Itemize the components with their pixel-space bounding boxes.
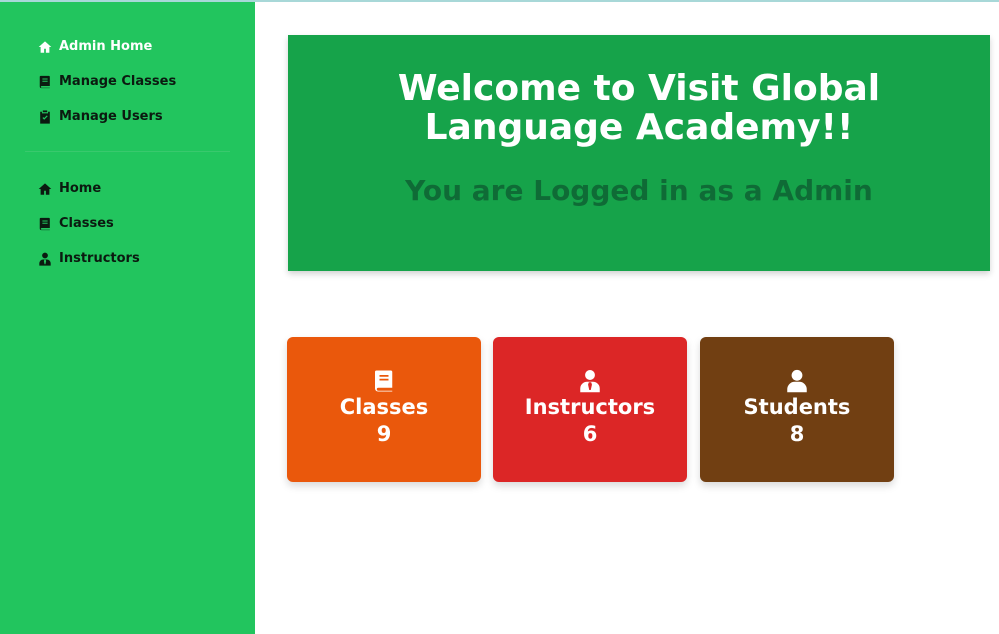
admin-nav: Admin Home Manage Classes Manage Users (0, 29, 255, 134)
book-icon (37, 216, 52, 231)
book-icon (287, 368, 481, 394)
students-stat-card: Students 8 (700, 337, 894, 482)
home-icon (37, 39, 52, 54)
sidebar-item-label: Instructors (59, 251, 140, 266)
sidebar-item-manage-users[interactable]: Manage Users (0, 99, 255, 134)
home-icon (37, 181, 52, 196)
sidebar-item-label: Manage Classes (59, 74, 177, 89)
login-status: You are Logged in as a Admin (405, 174, 873, 207)
sidebar-item-classes[interactable]: Classes (0, 206, 255, 241)
clipboard-check-icon (37, 109, 52, 124)
sidebar-item-label: Manage Users (59, 109, 163, 124)
sidebar-item-instructors[interactable]: Instructors (0, 241, 255, 276)
sidebar-item-home[interactable]: Home (0, 171, 255, 206)
stat-value: 6 (582, 422, 598, 446)
user-tie-icon (37, 251, 52, 266)
stat-label: Instructors (524, 395, 656, 419)
book-icon (37, 74, 52, 89)
welcome-banner: Welcome to Visit Global Language Academy… (288, 35, 990, 271)
sidebar-item-manage-classes[interactable]: Manage Classes (0, 64, 255, 99)
sidebar-item-label: Classes (59, 216, 114, 231)
stat-label: Classes (339, 395, 429, 419)
sidebar-item-admin-home[interactable]: Admin Home (0, 29, 255, 64)
sidebar-divider (25, 151, 230, 152)
sidebar-item-label: Admin Home (59, 39, 153, 54)
classes-stat-card: Classes 9 (287, 337, 481, 482)
user-tie-icon (493, 368, 687, 394)
instructors-stat-card: Instructors 6 (493, 337, 687, 482)
sidebar: Admin Home Manage Classes Manage Users H… (0, 2, 255, 634)
stat-value: 9 (376, 422, 392, 446)
sidebar-item-label: Home (59, 181, 102, 196)
public-nav: Home Classes Instructors (0, 171, 255, 276)
stat-label: Students (743, 395, 851, 419)
stat-value: 8 (789, 422, 805, 446)
user-icon (700, 368, 894, 394)
welcome-title: Welcome to Visit Global Language Academy… (397, 68, 881, 148)
